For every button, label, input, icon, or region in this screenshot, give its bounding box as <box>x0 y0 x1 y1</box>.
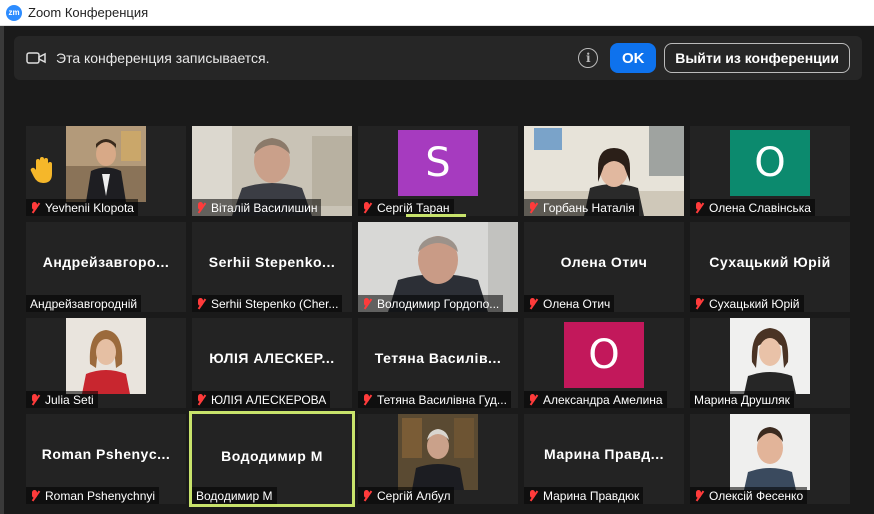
muted-mic-icon <box>528 201 538 214</box>
participant-display-name: Андрейзавгоро... <box>42 254 170 270</box>
participant-display-name: Вододимир М <box>221 448 323 464</box>
participant-display-name: ЮЛІЯ АЛЕСКЕР... <box>209 350 335 366</box>
participant-tile[interactable]: Сергій Албул <box>358 414 518 504</box>
participant-tile[interactable]: Віталій Василишин <box>192 126 352 216</box>
participant-tile[interactable]: Олена Отич Олена Отич <box>524 222 684 312</box>
participant-name: Сухацький Юрій <box>690 295 804 312</box>
participant-tile[interactable]: S Сергій Таран <box>358 126 518 216</box>
participant-display-name: Тетяна Василів... <box>374 350 502 366</box>
window-edge <box>0 26 4 514</box>
muted-mic-icon <box>30 393 40 406</box>
recording-icon <box>26 52 46 64</box>
muted-mic-icon <box>30 489 40 502</box>
raised-hand-icon <box>30 157 52 183</box>
participant-name: Володимир Гордопо... <box>358 295 504 312</box>
participant-name: Александра Амелина <box>524 391 667 408</box>
participant-name: Горбань Наталія <box>524 199 639 216</box>
participant-tile[interactable]: Roman Pshenyc... Roman Pshenychnyi <box>26 414 186 504</box>
title-bar: zm Zoom Конференция <box>0 0 874 26</box>
muted-mic-icon <box>694 201 704 214</box>
participant-tile[interactable]: O Александра Амелина <box>524 318 684 408</box>
participant-name: Julia Seti <box>26 391 98 408</box>
participant-name: ЮЛІЯ АЛЕСКЕРОВА <box>192 391 331 408</box>
participant-photo <box>730 318 810 394</box>
participant-display-name: Марина Правд... <box>544 446 664 462</box>
muted-mic-icon <box>528 297 538 310</box>
participant-photo <box>398 414 478 490</box>
participant-tile[interactable]: Сухацький Юрій Сухацький Юрій <box>690 222 850 312</box>
participant-name: Вододимир М <box>192 487 277 504</box>
muted-mic-icon <box>528 489 538 502</box>
participant-tile[interactable]: Марина Друшляк <box>690 318 850 408</box>
participant-display-name: Serhii Stepenko... <box>208 254 336 270</box>
participant-tile[interactable]: Володимир Гордопо... <box>358 222 518 312</box>
meeting-area: Эта конференция записывается. i OK Выйти… <box>0 26 874 514</box>
muted-mic-icon <box>528 393 538 406</box>
participant-name: Олена Отич <box>524 295 615 312</box>
muted-mic-icon <box>362 393 372 406</box>
participant-tile[interactable]: Тетяна Василів... Тетяна Василівна Гуд..… <box>358 318 518 408</box>
muted-mic-icon <box>196 297 206 310</box>
participant-tile[interactable]: Андрейзавгоро... Андрейзавгородній <box>26 222 186 312</box>
participant-photo <box>66 126 146 202</box>
participant-photo <box>730 414 810 490</box>
leave-meeting-button[interactable]: Выйти из конференции <box>664 43 850 73</box>
participant-name: Тетяна Василівна Гуд... <box>358 391 511 408</box>
participant-tile-active-speaker[interactable]: Вододимир М Вододимир М <box>189 411 355 507</box>
muted-mic-icon <box>362 201 372 214</box>
ok-button[interactable]: OK <box>610 43 657 73</box>
muted-mic-icon <box>30 201 40 214</box>
recording-banner: Эта конференция записывается. i OK Выйти… <box>14 36 862 80</box>
muted-mic-icon <box>196 201 206 214</box>
participant-display-name: Roman Pshenyc... <box>41 446 171 462</box>
participant-name: Марина Друшляк <box>690 391 794 408</box>
participant-tile[interactable]: Горбань Наталія <box>524 126 684 216</box>
muted-mic-icon <box>694 297 704 310</box>
participant-name: Андрейзавгородній <box>26 295 142 312</box>
participant-avatar: S <box>398 130 478 196</box>
participant-tile[interactable]: Julia Seti <box>26 318 186 408</box>
speaking-indicator <box>406 214 466 217</box>
participant-name: Віталій Василишин <box>192 199 322 216</box>
participant-name: Yevhenii Klopota <box>26 199 138 216</box>
participant-display-name: Олена Отич <box>560 254 648 270</box>
participant-tile[interactable]: Марина Правд... Марина Правдюк <box>524 414 684 504</box>
participant-avatar: O <box>730 130 810 196</box>
participant-name: Олена Славінська <box>690 199 815 216</box>
participant-tile[interactable]: O Олена Славінська <box>690 126 850 216</box>
participant-tile[interactable]: ЮЛІЯ АЛЕСКЕР... ЮЛІЯ АЛЕСКЕРОВА <box>192 318 352 408</box>
participant-tile[interactable]: Олексій Фесенко <box>690 414 850 504</box>
participant-avatar: O <box>564 322 644 388</box>
participant-name: Олексій Фесенко <box>690 487 808 504</box>
muted-mic-icon <box>362 489 372 502</box>
participant-name: Serhii Stepenko (Cher... <box>192 295 343 312</box>
participant-name: Сергій Албул <box>358 487 455 504</box>
participant-name: Roman Pshenychnyi <box>26 487 160 504</box>
recording-message: Эта конференция записывается. <box>56 50 270 66</box>
participant-tile[interactable]: Serhii Stepenko... Serhii Stepenko (Cher… <box>192 222 352 312</box>
participant-photo <box>66 318 146 394</box>
info-icon[interactable]: i <box>578 48 599 68</box>
muted-mic-icon <box>196 393 206 406</box>
participant-display-name: Сухацький Юрій <box>709 254 831 270</box>
participant-name: Марина Правдюк <box>524 487 644 504</box>
window-title: Zoom Конференция <box>28 5 149 20</box>
muted-mic-icon <box>362 297 372 310</box>
zoom-logo-icon: zm <box>6 4 22 21</box>
muted-mic-icon <box>694 489 704 502</box>
